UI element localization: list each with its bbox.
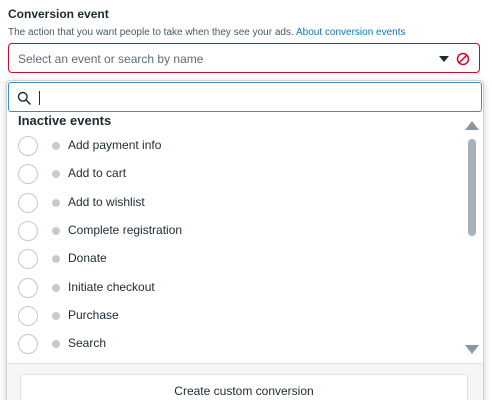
caret-down-icon[interactable] xyxy=(439,56,449,62)
list-item-label: Search xyxy=(68,336,107,350)
status-dot-icon xyxy=(52,284,60,292)
event-select-placeholder: Select an event or search by name xyxy=(18,52,204,66)
status-dot-icon xyxy=(52,142,60,150)
list-item[interactable]: Purchase xyxy=(7,302,457,330)
radio-button[interactable] xyxy=(18,193,38,213)
list-item[interactable]: Add to wishlist xyxy=(7,189,457,217)
prohibited-icon xyxy=(456,52,470,66)
field-title: Conversion event xyxy=(8,7,109,21)
radio-button[interactable] xyxy=(18,334,38,354)
list-item-label: Purchase xyxy=(68,308,119,322)
scrollbar-thumb[interactable] xyxy=(468,139,476,236)
radio-button[interactable] xyxy=(18,306,38,326)
field-subtitle: The action that you want people to take … xyxy=(8,27,406,38)
about-conversion-events-link[interactable]: About conversion events xyxy=(296,27,406,38)
list-item-label: Initiate checkout xyxy=(68,280,155,294)
scroll-up-arrow-icon[interactable] xyxy=(465,121,479,130)
list-item[interactable]: Complete registration xyxy=(7,217,457,245)
radio-button[interactable] xyxy=(18,136,38,156)
create-custom-conversion-label: Create custom conversion xyxy=(174,384,314,398)
radio-button[interactable] xyxy=(18,278,38,298)
radio-button[interactable] xyxy=(18,221,38,241)
list-item[interactable]: Search xyxy=(7,330,457,358)
text-cursor xyxy=(39,91,40,105)
search-icon xyxy=(17,91,31,105)
list-item-label: Add to cart xyxy=(68,166,127,180)
list-item-label: Donate xyxy=(68,251,107,265)
conversion-event-section: Conversion event The action that you wan… xyxy=(0,0,492,400)
event-select[interactable]: Select an event or search by name xyxy=(8,43,480,73)
status-dot-icon xyxy=(52,170,60,178)
list-item-label: Add to wishlist xyxy=(68,195,145,209)
status-dot-icon xyxy=(52,312,60,320)
status-dot-icon xyxy=(52,255,60,263)
list-item[interactable]: Add to cart xyxy=(7,160,457,188)
list-item[interactable]: Initiate checkout xyxy=(7,274,457,302)
create-custom-conversion-button[interactable]: Create custom conversion xyxy=(20,374,468,400)
dropdown-footer: Create custom conversion xyxy=(7,363,483,400)
list-item-label: Add payment info xyxy=(68,138,162,152)
radio-button[interactable] xyxy=(18,164,38,184)
list-item[interactable]: Donate xyxy=(7,245,457,273)
list-item[interactable]: Add payment info xyxy=(7,132,457,160)
status-dot-icon xyxy=(52,199,60,207)
status-dot-icon xyxy=(52,340,60,348)
status-dot-icon xyxy=(52,227,60,235)
event-dropdown: Inactive events Add payment info Add to … xyxy=(6,80,484,400)
radio-button[interactable] xyxy=(18,249,38,269)
scroll-down-arrow-icon[interactable] xyxy=(465,345,479,354)
event-list: Inactive events Add payment info Add to … xyxy=(7,113,483,363)
search-input[interactable] xyxy=(8,82,482,112)
list-item-label: Complete registration xyxy=(68,223,183,237)
field-description: The action that you want people to take … xyxy=(8,27,294,38)
group-header-inactive: Inactive events xyxy=(18,113,112,128)
